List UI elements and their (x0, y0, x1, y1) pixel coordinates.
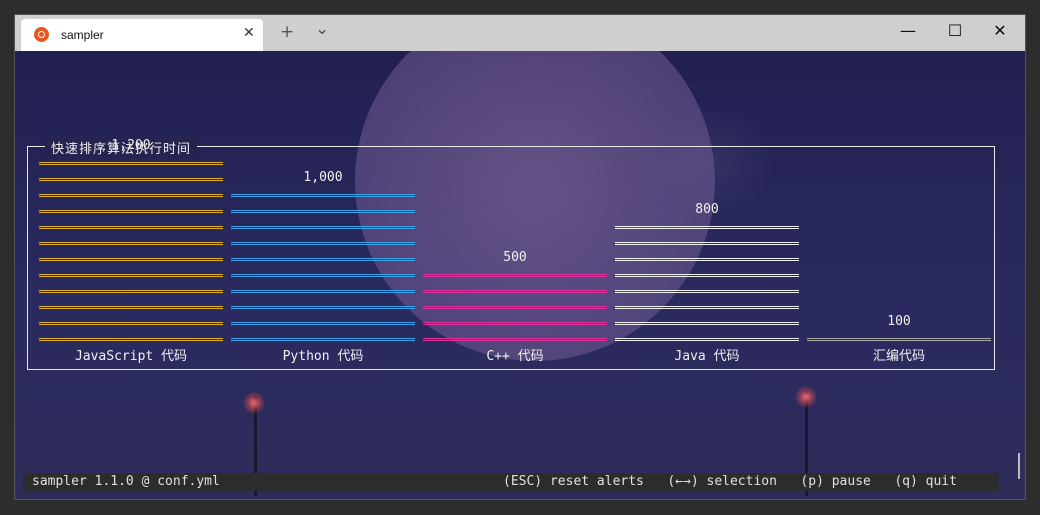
bar-segment (807, 338, 991, 341)
bar-segment (423, 338, 607, 341)
bar-segment (615, 274, 799, 277)
tab-dropdown-icon[interactable]: ⌄ (315, 19, 329, 39)
bar-segment (39, 258, 223, 261)
bar-segment (39, 290, 223, 293)
bar-segment (231, 242, 415, 245)
bar-segment (39, 338, 223, 341)
bar-segment (615, 306, 799, 309)
close-button[interactable]: ✕ (980, 21, 1020, 40)
terminal-content: 快速排序算法执行时间 1,200 JavaScript 代码 1,000 Python… (15, 51, 1025, 499)
bar-segment (615, 338, 799, 341)
background-lamp-glow (243, 392, 265, 414)
bar-segment (231, 194, 415, 197)
bar-segment (231, 290, 415, 293)
bar-segment (423, 290, 607, 293)
bar-value-label: 800 (695, 202, 719, 217)
scrollbar[interactable] (1018, 453, 1020, 479)
bar-segment (615, 290, 799, 293)
bar-category-label: Python 代码 (282, 349, 364, 364)
bar-value-label: 1,200 (111, 138, 151, 153)
bar-value-label: 100 (887, 314, 911, 329)
bar-category-label: JavaScript 代码 (74, 349, 188, 364)
bar-segment (39, 162, 223, 165)
maximize-button[interactable]: ☐ (935, 21, 975, 40)
bar-segment (423, 274, 607, 277)
bar-category-label: Java 代码 (674, 349, 740, 364)
bar-category-label: 汇编代码 (872, 349, 925, 364)
title-bar: sampler ✕ + ⌄ — ☐ ✕ (15, 15, 1025, 51)
bar-segment (231, 274, 415, 277)
bar-value-label: 1,000 (303, 170, 343, 185)
bar-segment (39, 178, 223, 181)
bar-segment (231, 226, 415, 229)
bar-category-label: C++ 代码 (486, 349, 544, 364)
tab-sampler[interactable]: sampler ✕ (21, 19, 263, 51)
bar-segment (231, 306, 415, 309)
bar-segment (231, 322, 415, 325)
ubuntu-icon (34, 27, 49, 42)
bar-segment (231, 338, 415, 341)
bar-segment (231, 210, 415, 213)
tab-close-icon[interactable]: ✕ (243, 25, 255, 41)
bar-segment (615, 258, 799, 261)
bar-segment (231, 258, 415, 261)
tab-title: sampler (61, 28, 104, 42)
status-bar: sampler 1.1.0 @ conf.yml (ESC) reset ale… (23, 473, 999, 491)
bar-segment (615, 322, 799, 325)
status-app-info: sampler 1.1.0 @ conf.yml (32, 474, 220, 489)
new-tab-button[interactable]: + (280, 22, 294, 42)
bar-value-label: 500 (503, 250, 527, 265)
bar-segment (615, 226, 799, 229)
bar-segment (39, 322, 223, 325)
terminal-window: sampler ✕ + ⌄ — ☐ ✕ 快速排序算法执行时间 1,200 Java… (14, 14, 1026, 500)
bar-segment (39, 194, 223, 197)
bar-segment (39, 242, 223, 245)
background-lamp-glow (795, 386, 817, 408)
bar-segment (39, 226, 223, 229)
status-keybindings: (ESC) reset alerts (←→) selection (p) pa… (503, 474, 957, 489)
bar-segment (39, 274, 223, 277)
bar-segment (423, 306, 607, 309)
minimize-button[interactable]: — (888, 21, 928, 40)
bar-segment (423, 322, 607, 325)
bar-segment (39, 210, 223, 213)
bar-segment (39, 306, 223, 309)
bar-segment (615, 242, 799, 245)
